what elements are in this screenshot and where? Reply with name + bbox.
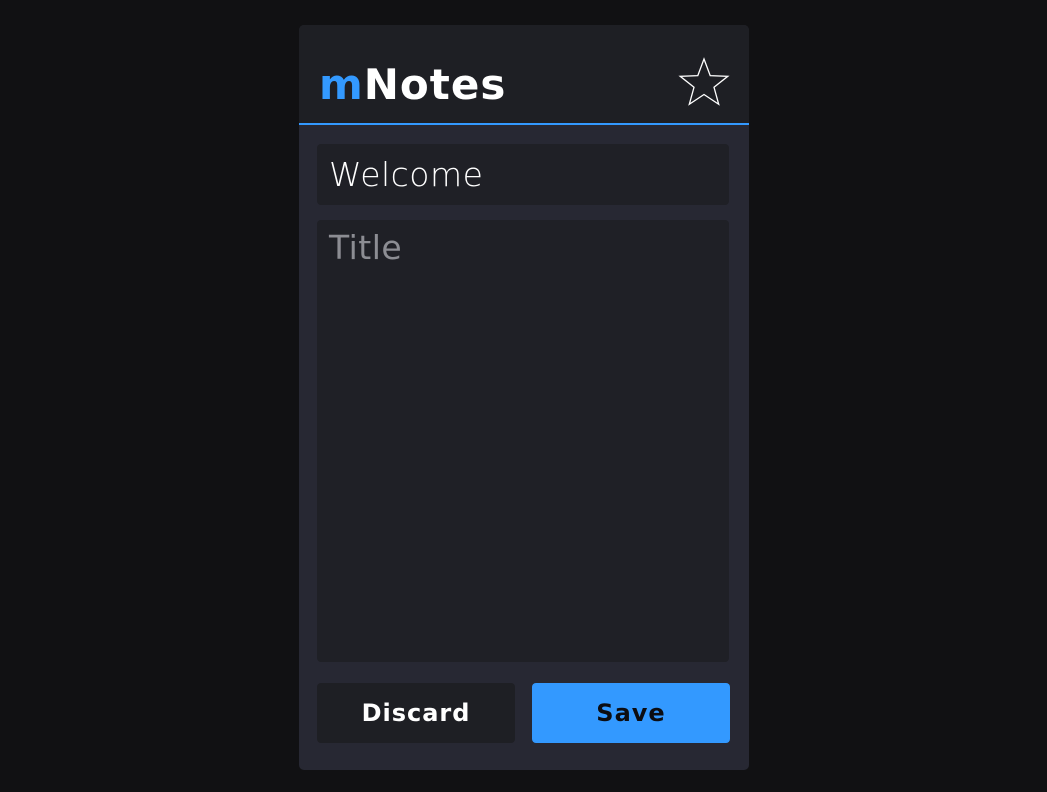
app-header: mNotes — [299, 25, 749, 125]
note-title-input[interactable] — [317, 144, 729, 205]
logo-prefix: m — [319, 60, 364, 109]
save-button[interactable]: Save — [532, 683, 730, 743]
discard-button[interactable]: Discard — [317, 683, 515, 743]
favorite-button[interactable] — [677, 56, 731, 110]
notes-app: mNotes Discard Save — [299, 25, 749, 770]
logo-main: Notes — [363, 60, 507, 109]
star-outline-icon — [678, 57, 730, 106]
note-body-textarea[interactable] — [317, 220, 729, 662]
app-logo: mNotes — [319, 59, 506, 111]
